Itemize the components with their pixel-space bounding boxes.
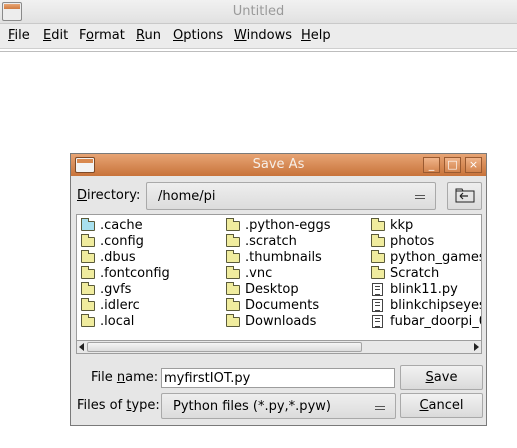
file-name-input[interactable] — [161, 368, 395, 388]
menu-windows[interactable]: Windows — [234, 28, 292, 43]
folder-cache-icon — [81, 218, 95, 231]
list-item[interactable]: .dbus — [79, 250, 170, 266]
parent-directory-button[interactable] — [447, 182, 482, 210]
file-column-3: kkp photos python_games Scratch blink11.… — [369, 218, 481, 330]
folder-icon — [226, 266, 240, 279]
folder-icon — [371, 218, 385, 231]
list-item[interactable]: blinkchipseyes — [369, 298, 481, 314]
combo-dropdown-icon — [375, 406, 385, 410]
scroll-left-icon[interactable] — [79, 343, 84, 351]
list-item[interactable]: .gvfs — [79, 282, 170, 298]
list-item[interactable]: Downloads — [224, 314, 331, 330]
folder-icon — [81, 250, 95, 263]
file-list[interactable]: .cache .config .dbus .fontconfig .gvfs .… — [76, 214, 482, 354]
save-as-dialog: Save As _ □ × Directory: /home/pi .cache… — [70, 153, 487, 426]
folder-icon — [226, 314, 240, 327]
close-button[interactable]: × — [465, 157, 482, 173]
directory-value: /home/pi — [158, 189, 216, 204]
menu-format[interactable]: Format — [79, 28, 125, 43]
scroll-right-icon[interactable] — [474, 343, 479, 351]
folder-icon — [371, 234, 385, 247]
files-of-type-label: Files of type: — [77, 398, 160, 413]
directory-label: Directory: — [77, 188, 141, 203]
horizontal-scrollbar[interactable] — [76, 340, 482, 354]
dialog-titlebar[interactable]: Save As _ □ × — [71, 154, 486, 176]
folder-icon — [226, 298, 240, 311]
file-icon — [372, 315, 383, 328]
list-item[interactable]: python_games — [369, 250, 481, 266]
menu-options[interactable]: Options — [173, 28, 223, 43]
list-item[interactable]: .python-eggs — [224, 218, 331, 234]
list-item[interactable]: .fontconfig — [79, 266, 170, 282]
combo-dropdown-icon — [415, 195, 425, 199]
list-item[interactable]: Scratch — [369, 266, 481, 282]
list-item[interactable]: .thumbnails — [224, 250, 331, 266]
list-item[interactable]: .local — [79, 314, 170, 330]
folder-icon — [226, 282, 240, 295]
folder-icon — [371, 250, 385, 263]
main-titlebar[interactable]: Untitled — [0, 0, 517, 24]
list-item[interactable]: fubar_doorpi_0 — [369, 314, 481, 330]
folder-icon — [226, 250, 240, 263]
folder-icon — [81, 266, 95, 279]
folder-icon — [81, 234, 95, 247]
list-item[interactable]: Desktop — [224, 282, 331, 298]
save-button[interactable]: Save — [400, 365, 483, 390]
folder-up-icon — [455, 188, 475, 203]
list-item[interactable]: .config — [79, 234, 170, 250]
minimize-button[interactable]: _ — [423, 157, 440, 173]
menu-bar: File Edit Format Run Options Windows Hel… — [0, 24, 517, 49]
files-of-type-combobox[interactable]: Python files (*.py,*.pyw) — [161, 393, 396, 419]
file-column-2: .python-eggs .scratch .thumbnails .vnc D… — [224, 218, 331, 330]
scrollbar-thumb[interactable] — [87, 342, 362, 352]
file-column-1: .cache .config .dbus .fontconfig .gvfs .… — [79, 218, 170, 330]
list-item[interactable]: blink11.py — [369, 282, 481, 298]
list-item[interactable]: .cache — [79, 218, 170, 234]
files-of-type-value: Python files (*.py,*.pyw) — [173, 399, 331, 414]
menu-help[interactable]: Help — [301, 28, 331, 43]
maximize-button[interactable]: □ — [444, 157, 461, 173]
menu-file[interactable]: File — [8, 28, 30, 43]
list-item[interactable]: photos — [369, 234, 481, 250]
file-icon — [372, 299, 383, 312]
folder-icon — [81, 314, 95, 327]
list-item[interactable]: kkp — [369, 218, 481, 234]
menu-run[interactable]: Run — [136, 28, 161, 43]
folder-icon — [226, 218, 240, 231]
file-icon — [372, 283, 383, 296]
folder-icon — [226, 234, 240, 247]
file-name-label: File name: — [91, 370, 159, 385]
cancel-button[interactable]: Cancel — [400, 393, 483, 418]
folder-icon — [81, 282, 95, 295]
folder-icon — [371, 266, 385, 279]
list-item[interactable]: .vnc — [224, 266, 331, 282]
list-item[interactable]: Documents — [224, 298, 331, 314]
menu-edit[interactable]: Edit — [43, 28, 68, 43]
list-item[interactable]: .scratch — [224, 234, 331, 250]
folder-icon — [81, 298, 95, 311]
directory-combobox[interactable]: /home/pi — [146, 182, 436, 210]
list-item[interactable]: .idlerc — [79, 298, 170, 314]
window-title: Untitled — [232, 4, 285, 19]
